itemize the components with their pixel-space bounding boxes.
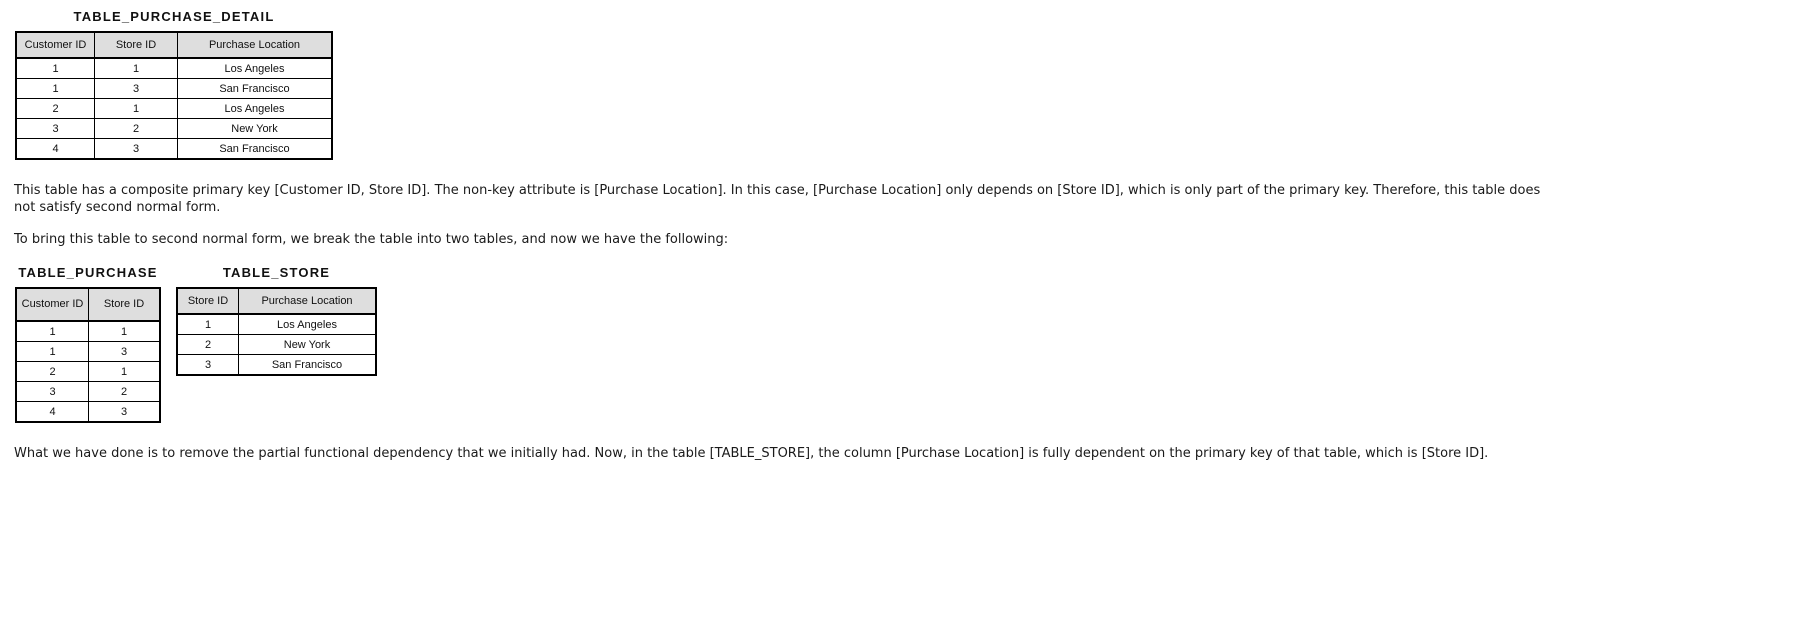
table-row: 1 1 — [15, 320, 161, 342]
table-cell: 2 — [176, 334, 239, 355]
table-cell: Los Angeles — [177, 98, 333, 119]
table-cell: New York — [238, 334, 377, 355]
table-cell: 1 — [176, 313, 239, 335]
conclusion-paragraph: What we have done is to remove the parti… — [14, 446, 1489, 461]
normalization-intro-paragraph: To bring this table to second normal for… — [14, 232, 729, 247]
table-cell: 1 — [94, 98, 178, 119]
table-cell: 3 — [94, 138, 178, 160]
table-cell: San Francisco — [238, 354, 377, 376]
table-header-row: Customer ID Store ID Purchase Location — [15, 31, 333, 59]
table-row: 1 3 San Francisco — [15, 78, 333, 99]
table-cell: 3 — [88, 341, 161, 362]
table-cell: 1 — [94, 57, 178, 79]
table-row: 1 Los Angeles — [176, 313, 377, 335]
table-cell: 1 — [88, 361, 161, 382]
purchase-detail-title: TABLE_PURCHASE_DETAIL — [73, 9, 275, 24]
column-header-purchase-location: Purchase Location — [238, 287, 377, 315]
purchase-detail-figure: TABLE_PURCHASE_DETAIL Customer ID Store … — [15, 9, 333, 160]
table-row: 4 3 San Francisco — [15, 138, 333, 160]
table-row: 2 1 Los Angeles — [15, 98, 333, 119]
explanation-paragraph: This table has a composite primary key [… — [14, 183, 1541, 215]
table-row: 3 San Francisco — [176, 354, 377, 376]
purchase-figure: TABLE_PURCHASE Customer ID Store ID 1 1 … — [15, 265, 161, 423]
table-cell: Los Angeles — [177, 57, 333, 79]
table-cell: Los Angeles — [238, 313, 377, 335]
table-cell: 2 — [15, 98, 95, 119]
store-title: TABLE_STORE — [222, 265, 331, 280]
table-row: 4 3 — [15, 401, 161, 423]
table-row: 2 1 — [15, 361, 161, 382]
column-header-purchase-location: Purchase Location — [177, 31, 333, 59]
table-row: 3 2 New York — [15, 118, 333, 139]
table-header-row: Store ID Purchase Location — [176, 287, 377, 315]
table-cell: 4 — [15, 138, 95, 160]
column-header-store-id: Store ID — [176, 287, 239, 315]
table-cell: 1 — [88, 320, 161, 342]
table-cell: 4 — [15, 401, 89, 423]
purchase-detail-table: Customer ID Store ID Purchase Location 1… — [15, 31, 333, 160]
column-header-customer-id: Customer ID — [15, 287, 89, 322]
table-cell: 3 — [15, 381, 89, 402]
purchase-title: TABLE_PURCHASE — [18, 265, 158, 280]
column-header-customer-id: Customer ID — [15, 31, 95, 59]
table-row: 1 1 Los Angeles — [15, 57, 333, 79]
column-header-store-id: Store ID — [94, 31, 178, 59]
table-row: 2 New York — [176, 334, 377, 355]
table-cell: 3 — [88, 401, 161, 423]
table-cell: 2 — [88, 381, 161, 402]
table-cell: San Francisco — [177, 138, 333, 160]
table-cell: San Francisco — [177, 78, 333, 99]
table-cell: 3 — [94, 78, 178, 99]
table-cell: 3 — [176, 354, 239, 376]
table-cell: 2 — [15, 361, 89, 382]
table-cell: 1 — [15, 341, 89, 362]
purchase-table: Customer ID Store ID 1 1 1 3 2 1 3 2 4 3 — [15, 287, 161, 423]
table-cell: 2 — [94, 118, 178, 139]
table-row: 3 2 — [15, 381, 161, 402]
table-cell: 3 — [15, 118, 95, 139]
table-cell: 1 — [15, 78, 95, 99]
table-row: 1 3 — [15, 341, 161, 362]
store-table: Store ID Purchase Location 1 Los Angeles… — [176, 287, 377, 376]
store-figure: TABLE_STORE Store ID Purchase Location 1… — [176, 265, 377, 376]
table-cell: 1 — [15, 57, 95, 79]
table-cell: New York — [177, 118, 333, 139]
column-header-store-id: Store ID — [88, 287, 161, 322]
table-header-row: Customer ID Store ID — [15, 287, 161, 322]
table-cell: 1 — [15, 320, 89, 342]
